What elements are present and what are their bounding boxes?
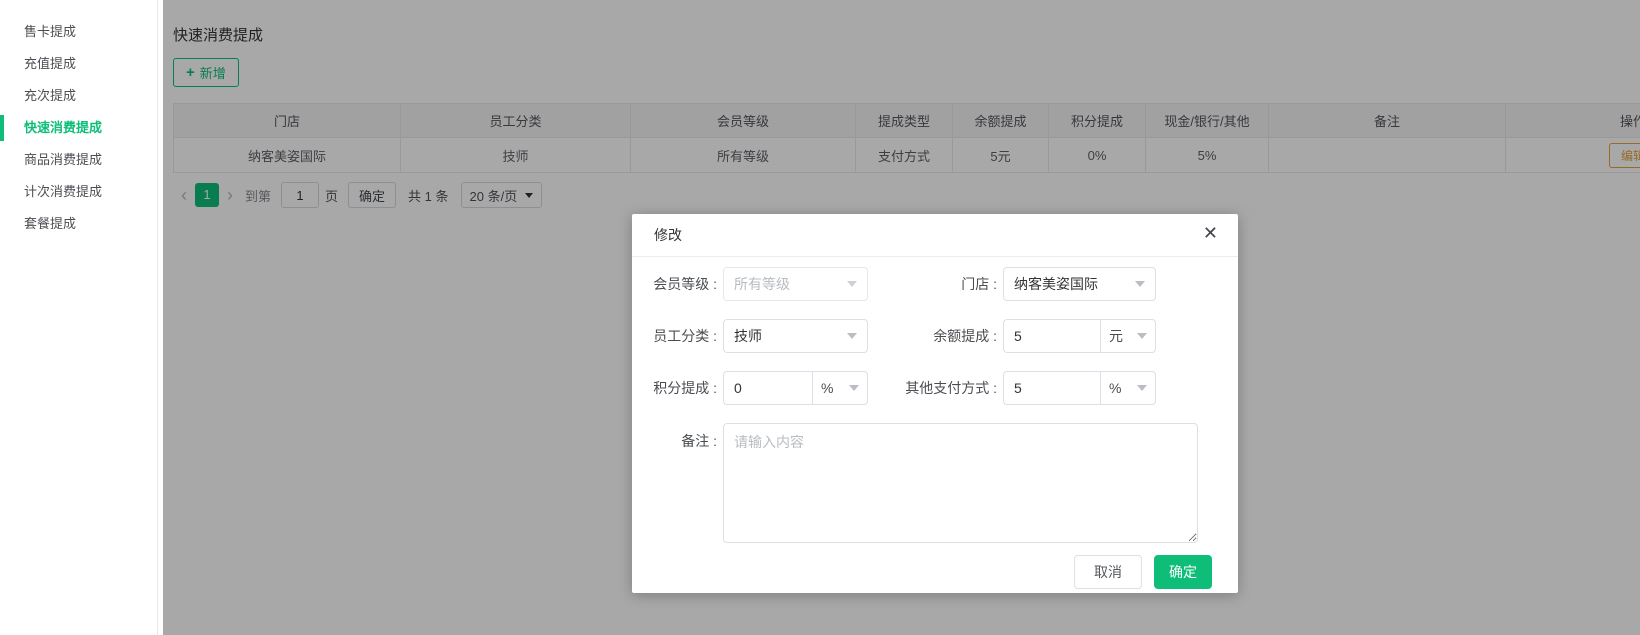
edit-modal: 修改 ✕ 会员等级 : 所有等级 门店 : 纳客美姿国际 员工分类 :: [632, 214, 1238, 593]
points-commission-input[interactable]: [723, 371, 812, 405]
remark-textarea[interactable]: [723, 423, 1198, 543]
member-level-select: 所有等级: [723, 267, 868, 301]
sidebar-item-product-consume-commission[interactable]: 商品消费提成: [0, 144, 157, 176]
chevron-down-icon: [1135, 281, 1145, 287]
sidebar-menu: 售卡提成 充值提成 充次提成 快速消费提成 商品消费提成 计次消费提成 套餐提成: [0, 0, 158, 635]
points-unit-value: %: [821, 380, 833, 396]
store-label: 门店 :: [868, 274, 1003, 294]
balance-unit-value: 元: [1109, 326, 1123, 346]
modal-body: 会员等级 : 所有等级 门店 : 纳客美姿国际 员工分类 : 技师: [632, 257, 1238, 589]
confirm-button[interactable]: 确定: [1154, 555, 1212, 589]
sidebar-item-card-sale-commission[interactable]: 售卡提成: [0, 16, 157, 48]
sidebar-item-recharge-times-commission[interactable]: 充次提成: [0, 80, 157, 112]
form-row-2: 员工分类 : 技师 余额提成 : 元: [632, 319, 1238, 353]
sidebar-item-quick-consume-commission[interactable]: 快速消费提成: [0, 112, 157, 144]
points-commission-label: 积分提成 :: [632, 378, 723, 398]
sidebar: 售卡提成 充值提成 充次提成 快速消费提成 商品消费提成 计次消费提成 套餐提成: [0, 0, 162, 635]
chevron-down-icon: [1137, 333, 1147, 339]
points-unit-select[interactable]: %: [812, 371, 868, 405]
close-icon: ✕: [1203, 223, 1218, 243]
other-payment-unit-select[interactable]: %: [1100, 371, 1156, 405]
staff-type-select[interactable]: 技师: [723, 319, 868, 353]
store-select[interactable]: 纳客美姿国际: [1003, 267, 1156, 301]
cancel-button[interactable]: 取消: [1074, 555, 1142, 589]
chevron-down-icon: [847, 333, 857, 339]
sidebar-item-recharge-commission[interactable]: 充值提成: [0, 48, 157, 80]
form-row-remark: 备注 :: [632, 423, 1238, 543]
store-value: 纳客美姿国际: [1014, 274, 1098, 294]
member-level-label: 会员等级 :: [632, 274, 723, 294]
other-payment-input[interactable]: [1003, 371, 1100, 405]
chevron-down-icon: [849, 385, 859, 391]
staff-type-value: 技师: [734, 326, 762, 346]
sidebar-item-count-consume-commission[interactable]: 计次消费提成: [0, 176, 157, 208]
member-level-value: 所有等级: [734, 274, 790, 294]
modal-header: 修改 ✕: [632, 214, 1238, 257]
balance-commission-label: 余额提成 :: [868, 326, 1003, 346]
form-row-1: 会员等级 : 所有等级 门店 : 纳客美姿国际: [632, 267, 1238, 301]
chevron-down-icon: [847, 281, 857, 287]
sidebar-item-package-commission[interactable]: 套餐提成: [0, 208, 157, 240]
staff-type-label: 员工分类 :: [632, 326, 723, 346]
other-payment-unit-value: %: [1109, 380, 1121, 396]
balance-commission-input[interactable]: [1003, 319, 1100, 353]
modal-footer: 取消 确定: [632, 555, 1238, 589]
balance-unit-select[interactable]: 元: [1100, 319, 1156, 353]
close-button[interactable]: ✕: [1203, 224, 1218, 242]
modal-title: 修改: [654, 225, 682, 245]
chevron-down-icon: [1137, 385, 1147, 391]
remark-label: 备注 :: [632, 423, 723, 451]
form-row-3: 积分提成 : % 其他支付方式 : %: [632, 371, 1238, 405]
other-payment-label: 其他支付方式 :: [868, 378, 1003, 398]
